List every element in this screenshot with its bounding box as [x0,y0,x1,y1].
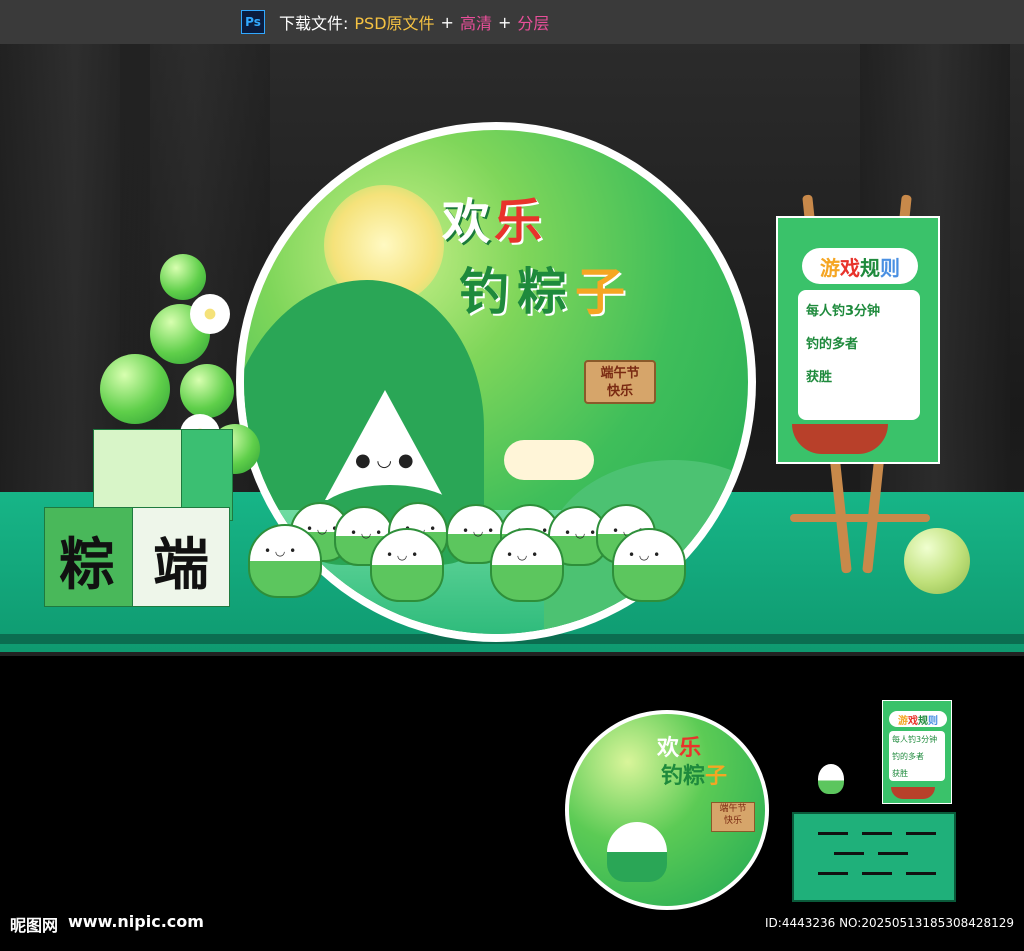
title-char: 欢 [442,194,495,250]
rule-line: 钓的多者 [806,337,859,352]
zongzi-figure: • ◡ • [612,528,686,602]
site-name: 昵图网 [10,916,59,935]
balloon [100,354,170,424]
plus-sign: + [440,12,454,32]
zongzi-figure: • ◡ • [490,528,564,602]
rule-line: 钓的多者 [892,752,924,761]
preview-title-line2: 钓粽子 [661,758,727,790]
preview-rules-card: 每人钓3分钟 钓的多者 获胜 [889,731,945,781]
title-char: 粽 [683,764,706,789]
board-title: 游戏规则 [802,248,918,284]
board-title-char: 规 [860,255,880,280]
title-char: 子 [575,263,633,321]
board-title-char: 戏 [908,715,918,727]
preview-festival-sign: 端午节 快乐 [711,802,755,832]
rule-line: 获胜 [806,370,833,385]
title-char: 钓 [661,764,684,789]
decor-box: 端 [132,507,230,607]
zongzi-figure: • ◡ • [370,528,444,602]
decor-ball [904,528,970,594]
stage-slot [862,832,892,835]
rule-line: 每人钓3分钟 [806,304,881,319]
dragon-boat-icon [792,424,888,454]
preview-zongzi-mascot [607,822,667,882]
preview-stage-box [792,812,956,902]
board-title-char: 规 [918,715,928,727]
smile-icon: ● ◡ ● [355,450,414,471]
cloud-illustration [504,440,594,480]
board-title-char: 游 [820,255,840,280]
board-title-char: 戏 [840,255,860,280]
rules-card: 每人钓3分钟 钓的多者 获胜 [798,290,920,420]
photoshop-icon: Ps [241,10,265,34]
board-title-char: 则 [880,255,900,280]
sign-text: 快乐 [723,816,742,826]
festival-sign: 端午节 快乐 [584,360,656,404]
preview-backdrop-artwork: 欢乐 钓粽子 端午节 快乐 [569,714,765,906]
dragon-boat-icon [891,787,935,799]
stage-slot [818,832,848,835]
stage-slot [906,832,936,835]
stage-slot [862,872,892,875]
title-char: 乐 [494,194,547,250]
stage-slot [878,852,908,855]
download-label: 下载文件: [279,14,349,33]
flower-icon [190,294,230,334]
box-calligraphy: 粽 [59,532,115,598]
preview-board-title: 游戏规则 [889,711,947,727]
psd-label: PSD原文件 [354,14,435,33]
stage-slot [818,872,848,875]
sign-text: 端午节 [719,804,747,814]
sign-text: 快乐 [606,384,633,399]
rule-line: 每人钓3分钟 [892,735,938,744]
plus-sign: + [497,12,512,32]
preview-round-backdrop: 欢乐 钓粽子 端午节 快乐 [565,710,769,910]
title-line2: 钓粽子 [459,252,633,324]
preview-zongzi-figure [818,764,844,794]
download-bar: Ps 下载文件: PSD原文件 + 高清 + 分层 [0,0,1024,44]
zongzi-head [325,390,445,500]
hd-label: 高清 [459,14,492,33]
title-char: 粽 [517,263,575,321]
sign-text: 端午节 [600,366,640,381]
decor-box: 粽 [44,507,134,607]
box-calligraphy: 端 [153,532,209,598]
balloon [160,254,206,300]
title-char: 子 [705,764,728,789]
stage-slot [906,872,936,875]
site-watermark: 昵图网 www.nipic.com [10,912,204,936]
preview-rules-board: 游戏规则 每人钓3分钟 钓的多者 获胜 [882,700,952,804]
site-url: www.nipic.com [68,912,204,931]
layer-label: 分层 [517,14,550,33]
board-title-char: 则 [928,715,938,727]
game-rules-board: 游戏规则 每人钓3分钟 钓的多者 获胜 [776,216,940,464]
main-scene: 欢乐 钓粽子 端午节 快乐 ● ◡ ● 粽 端 • ◡ • • ◡ • • ◡ … [0,44,1024,656]
balloon [180,364,234,418]
board-title-char: 游 [898,715,908,727]
zongzi-figure: • ◡ • [248,524,322,598]
title-char: 钓 [459,263,517,321]
stage-slot [834,852,864,855]
title-line1: 欢乐 [442,182,546,252]
rule-line: 获胜 [892,769,908,778]
easel-bar [790,514,930,522]
image-id: ID:4443236 NO:20250513185308428129 [765,916,1015,930]
download-info: 下载文件: PSD原文件 + 高清 + 分层 [279,10,549,34]
